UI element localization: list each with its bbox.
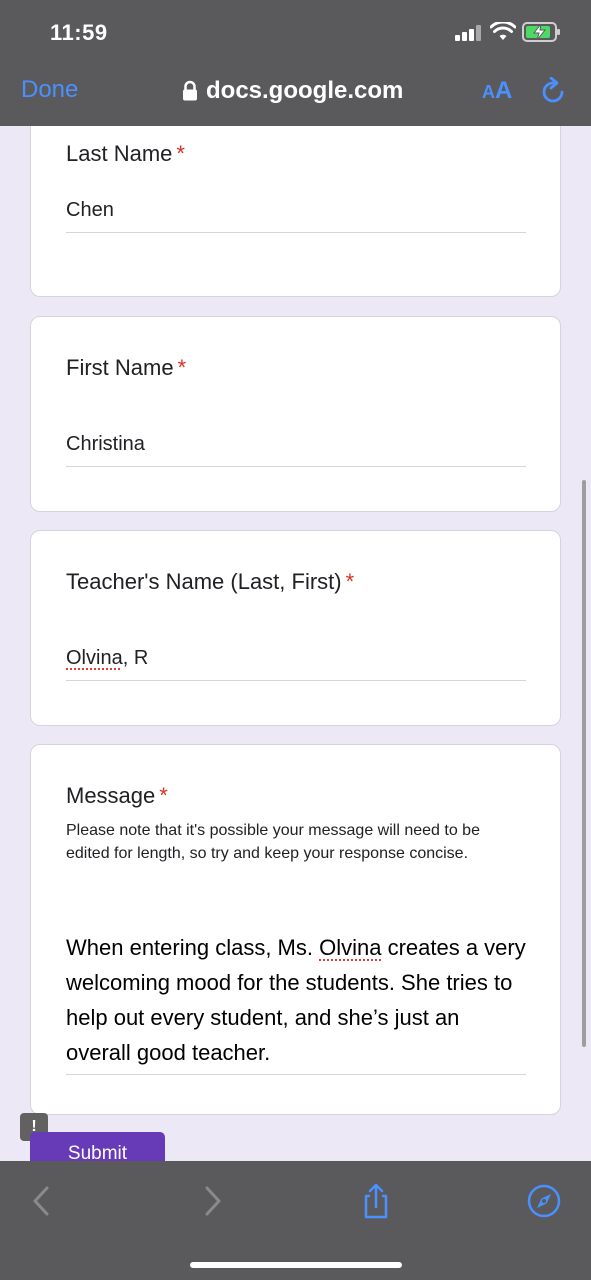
browser-header: 11:59 Done docs.google.com AA xyxy=(0,0,591,126)
question-description: Please note that it's possible your mess… xyxy=(66,822,480,862)
question-label: Last Name * xyxy=(66,141,185,166)
battery-charging-icon xyxy=(522,22,560,42)
signal-icon xyxy=(455,25,483,41)
question-card-teacher-name: Teacher's Name (Last, First) * Olvina, R xyxy=(30,530,561,726)
question-label: Message * xyxy=(66,783,168,808)
back-icon[interactable] xyxy=(24,1183,60,1219)
question-card-message: Message * Please note that it's possible … xyxy=(30,744,561,1115)
status-time: 11:59 xyxy=(50,20,108,45)
forward-icon[interactable] xyxy=(194,1183,230,1219)
question-label: First Name * xyxy=(66,355,187,380)
form-content: Last Name * Chen First Name * Christina Te… xyxy=(0,126,591,1161)
done-button[interactable]: Done xyxy=(21,76,78,104)
question-card-first-name: First Name * Christina xyxy=(30,316,561,512)
lock-icon xyxy=(183,80,197,101)
teacher-name-input[interactable]: Olvina, R xyxy=(66,647,526,681)
browser-toolbar xyxy=(0,1161,591,1280)
first-name-input[interactable]: Christina xyxy=(66,433,526,467)
reload-icon[interactable] xyxy=(540,77,566,105)
text-size-button[interactable]: AA xyxy=(482,77,512,105)
question-card-last-name: Last Name * Chen xyxy=(30,126,561,297)
home-indicator[interactable] xyxy=(190,1262,402,1268)
last-name-input[interactable]: Chen xyxy=(66,199,526,233)
message-textarea[interactable]: When entering class, Ms. Olvina creates … xyxy=(66,930,526,1075)
share-icon[interactable] xyxy=(358,1183,394,1219)
compass-icon[interactable] xyxy=(526,1183,562,1219)
scrollbar[interactable] xyxy=(582,480,586,1047)
question-label: Teacher's Name (Last, First) * xyxy=(66,569,355,594)
wifi-icon xyxy=(490,22,516,40)
submit-button[interactable]: Submit xyxy=(30,1132,165,1161)
address-bar[interactable]: docs.google.com xyxy=(182,77,403,105)
url-text: docs.google.com xyxy=(206,77,404,104)
